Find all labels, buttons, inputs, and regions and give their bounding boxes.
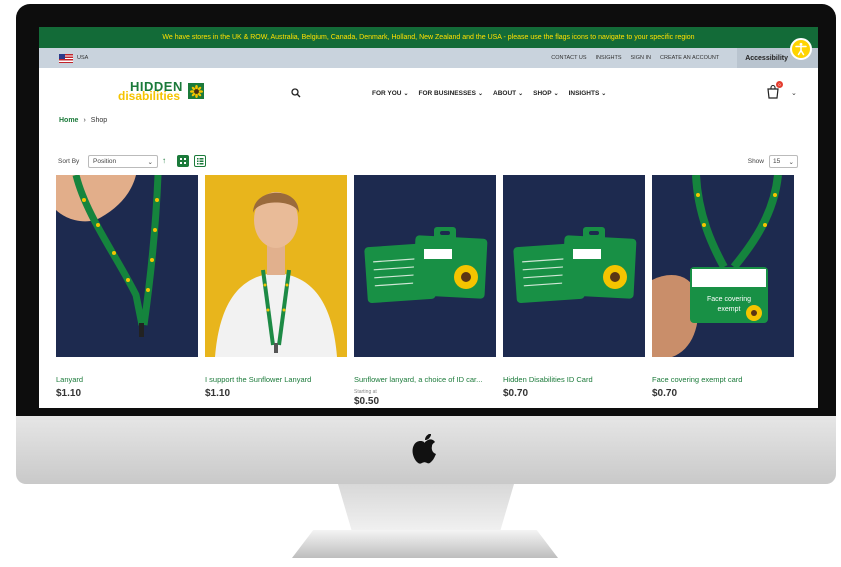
product-name[interactable]: Lanyard [56,375,198,384]
sort-select-value: Position [93,158,117,165]
nav-label: ABOUT [493,90,517,97]
product-card[interactable]: Sunflower lanyard, a choice of ID car...… [354,175,496,407]
breadcrumb-home-link[interactable]: Home [59,117,78,124]
nav-label: INSIGHTS [568,90,600,97]
sort-by-label: Sort By [58,158,80,165]
nav-insights[interactable]: INSIGHTS ⌄ [569,90,607,97]
exempt-card-text-line1: Face covering [707,296,751,303]
logo-text-bottom: disabilities [118,89,181,103]
nav-label: SHOP [533,90,552,97]
utility-bar: USA CONTACT US INSIGHTS SIGN IN CREATE A… [39,38,818,68]
product-name[interactable]: Sunflower lanyard, a choice of ID car... [354,375,496,384]
website-screen: We have stores in the UK & ROW, Australi… [39,27,818,408]
nav-for-businesses[interactable]: FOR BUSINESSES ⌄ [419,90,483,97]
cart-count-badge: 0 [776,81,783,88]
region-selector[interactable]: USA [59,53,89,63]
logo-sunflower-icon [188,83,204,99]
breadcrumb: Home › Shop [59,117,107,124]
product-card[interactable]: I support the Sunflower Lanyard $1.10 [205,175,347,407]
list-view-icon[interactable] [194,155,206,167]
imac-stand-base [292,530,558,558]
show-count-select[interactable]: 15 ⌄ [769,155,798,168]
nav-label: FOR BUSINESSES [418,90,476,97]
accessibility-label: Accessibility [745,54,788,62]
product-price: $0.70 [652,388,678,399]
sort-select[interactable]: Position ⌄ [88,155,158,168]
product-name[interactable]: I support the Sunflower Lanyard [205,375,347,384]
nav-about[interactable]: ABOUT ⌄ [493,90,523,97]
product-price: $0.50 [354,396,380,407]
nav-shop[interactable]: SHOP ⌄ [533,90,558,97]
main-nav: FOR YOU ⌄ FOR BUSINESSES ⌄ ABOUT ⌄ SHOP ⌄ IN… [372,90,606,97]
chevron-down-icon[interactable]: ⌄ [791,89,797,97]
exempt-card-text-line2: exempt [718,306,741,313]
product-image-id-card[interactable] [503,175,645,357]
product-card[interactable]: Lanyard $1.10 [56,174,198,407]
contact-us-link[interactable]: CONTACT US [551,55,586,61]
nav-for-you[interactable]: FOR YOU ⌄ [372,90,409,97]
hidden-disabilities-logo[interactable]: HIDDEN disabilities [118,80,208,108]
product-card[interactable]: Face covering exempt Face covering exemp… [652,174,794,407]
utility-links: CONTACT US INSIGHTS SIGN IN CREATE AN AC… [551,55,719,61]
cart-button[interactable]: 0 [766,81,783,101]
product-image-person-lanyard[interactable] [205,175,347,357]
breadcrumb-separator: › [83,117,86,124]
insights-link[interactable]: INSIGHTS [596,55,622,61]
show-label: Show [747,158,764,165]
product-name[interactable]: Face covering exempt card [652,375,794,384]
sort-direction-arrow-icon[interactable]: ↑ [162,156,166,165]
product-image-lanyard[interactable] [56,174,198,357]
chevron-down-icon: ⌄ [477,91,483,97]
usa-flag-icon[interactable] [59,53,73,63]
apple-logo-icon [412,434,436,464]
imac-stand-neck [338,484,514,532]
breadcrumb-current: Shop [90,117,108,124]
product-image-id-card-choice[interactable] [354,175,496,357]
show-select-value: 15 [773,158,781,165]
chevron-down-icon: ⌄ [788,158,794,166]
chevron-down-icon: ⌄ [601,91,607,97]
utility-right: CONTACT US INSIGHTS SIGN IN CREATE AN AC… [551,38,818,68]
sign-in-link[interactable]: SIGN IN [631,55,651,61]
grid-view-icon[interactable] [177,155,189,167]
accessibility-person-icon[interactable] [790,38,812,60]
product-card[interactable]: Hidden Disabilities ID Card $0.70 [503,175,645,407]
create-account-link[interactable]: CREATE AN ACCOUNT [660,55,719,61]
region-label: USA [77,55,89,61]
imac-mockup: We have stores in the UK & ROW, Australi… [0,0,841,567]
starting-at-label: Starting at [354,389,377,395]
announcement-bar: We have stores in the UK & ROW, Australi… [39,27,818,48]
accessibility-button[interactable]: Accessibility [737,38,818,68]
shop-toolbar: Sort By Position ⌄ ↑ Show 15 ⌄ [58,155,798,169]
product-price: $1.10 [205,388,231,399]
product-name[interactable]: Hidden Disabilities ID Card [503,375,645,384]
product-grid: Lanyard $1.10 I support the Sunflower La… [56,174,794,407]
nav-label: FOR YOU [372,90,402,97]
product-image-exempt-card[interactable]: Face covering exempt [652,174,794,357]
chevron-down-icon: ⌄ [518,91,524,97]
chevron-down-icon: ⌄ [553,91,559,97]
chevron-down-icon: ⌄ [403,91,409,97]
product-price: $1.10 [56,388,82,399]
search-icon[interactable] [291,88,301,98]
chevron-down-icon: ⌄ [147,158,153,166]
site-header: HIDDEN disabilities FOR YOU ⌄ FOR BUSINE… [39,68,818,118]
product-price: $0.70 [503,388,529,399]
